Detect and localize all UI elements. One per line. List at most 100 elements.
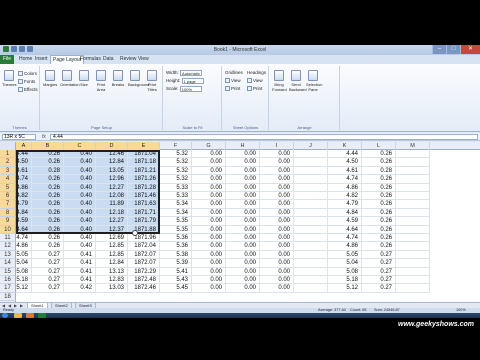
cell-h[interactable]: 0.00 — [226, 183, 260, 192]
cell-i[interactable]: 0.00 — [260, 166, 294, 176]
cell-m[interactable] — [396, 183, 430, 192]
cell-i[interactable]: 0.00 — [260, 217, 294, 226]
cell-b[interactable]: 0.26 — [32, 208, 64, 218]
cell-l[interactable]: 0.26 — [362, 192, 396, 201]
cell-m[interactable] — [396, 250, 430, 260]
column-header-f[interactable]: F — [160, 142, 192, 150]
cell-k[interactable]: 4.86 — [328, 183, 362, 192]
cell-e[interactable]: 1871.71 — [128, 208, 160, 218]
cell-h[interactable]: 0.00 — [226, 259, 260, 268]
cell-i[interactable]: 0.00 — [260, 208, 294, 218]
cell-c[interactable]: 0.42 — [64, 284, 96, 293]
cell-i[interactable]: 0.00 — [260, 150, 294, 159]
close-icon[interactable]: ✕ — [460, 45, 480, 54]
page-setup-background-button[interactable]: Background — [128, 70, 149, 87]
headings-view-checkbox[interactable]: View — [247, 77, 263, 84]
redo-icon[interactable] — [27, 46, 33, 52]
cell-c[interactable]: 0.40 — [64, 225, 96, 234]
row-header[interactable]: 18 — [0, 292, 16, 302]
cell-c[interactable]: 0.40 — [64, 183, 96, 192]
cell-c[interactable]: 0.40 — [64, 242, 96, 251]
width-control[interactable]: Width: Automatic — [166, 69, 203, 76]
cell-i[interactable]: 0.00 — [260, 183, 294, 192]
cell-l[interactable]: 0.26 — [362, 200, 396, 209]
cell-f[interactable]: 5.41 — [160, 267, 192, 276]
cell-l[interactable]: 0.26 — [362, 175, 396, 184]
maximize-icon[interactable]: □ — [446, 45, 460, 54]
cell-b[interactable]: 0.26 — [32, 183, 64, 192]
cell-a[interactable]: 4.82 — [16, 192, 32, 201]
arrange-send-backward-button[interactable]: Send Backward — [289, 70, 307, 92]
cell-a[interactable]: 4.44 — [16, 150, 32, 159]
effects-button[interactable]: Effects — [18, 86, 38, 93]
cell-k[interactable]: 4.74 — [328, 175, 362, 184]
row-header[interactable]: 17 — [0, 284, 16, 293]
cell-m[interactable] — [396, 259, 430, 268]
cell-f[interactable]: 5.36 — [160, 242, 192, 251]
cell-i[interactable]: 0.00 — [260, 276, 294, 285]
cell-g[interactable]: 0.00 — [192, 267, 226, 276]
cell-a[interactable]: 5.12 — [16, 284, 32, 293]
column-header-i[interactable]: I — [260, 142, 294, 150]
cell-i[interactable]: 0.00 — [260, 250, 294, 260]
cell-c[interactable]: 0.40 — [64, 175, 96, 184]
cell-f[interactable]: 5.45 — [160, 284, 192, 293]
cell-f[interactable]: 5.39 — [160, 259, 192, 268]
tab-insert[interactable]: Insert — [33, 55, 50, 64]
row-header[interactable]: 3 — [0, 166, 16, 176]
cell-i[interactable]: 0.00 — [260, 234, 294, 243]
cell-d[interactable]: 13.03 — [96, 284, 128, 293]
row-header[interactable]: 12 — [0, 242, 16, 251]
page-setup-margins-button[interactable]: Margins — [43, 70, 57, 87]
cell-e[interactable]: 1871.04 — [128, 150, 160, 159]
cell-a[interactable]: 4.50 — [16, 158, 32, 167]
cell-f[interactable]: 5.32 — [160, 150, 192, 159]
cell-f[interactable]: 5.32 — [160, 175, 192, 184]
tab-home[interactable]: Home — [17, 55, 34, 64]
cell-f[interactable]: 5.33 — [160, 183, 192, 192]
cell-g[interactable]: 0.00 — [192, 242, 226, 251]
cell-d[interactable]: 12.83 — [96, 276, 128, 285]
cell-d[interactable]: 13.13 — [96, 267, 128, 276]
cell-h[interactable]: 0.00 — [226, 250, 260, 260]
cell-b[interactable]: 0.27 — [32, 267, 64, 276]
cell-k[interactable]: 5.12 — [328, 284, 362, 293]
cell-f[interactable]: 5.38 — [160, 250, 192, 260]
cell-f[interactable]: 5.34 — [160, 200, 192, 209]
row-header[interactable]: 1 — [0, 150, 16, 159]
cell-b[interactable]: 0.26 — [32, 217, 64, 226]
height-control[interactable]: Height: 1 page — [166, 77, 204, 84]
cell-j[interactable] — [294, 250, 328, 260]
cell-j[interactable] — [294, 234, 328, 243]
cell-b[interactable]: 0.26 — [32, 175, 64, 184]
arrange-bring-forward-button[interactable]: Bring Forward — [272, 70, 287, 92]
cell-e[interactable]: 1871.28 — [128, 183, 160, 192]
cell-h[interactable]: 0.00 — [226, 217, 260, 226]
cell-b[interactable]: 0.26 — [32, 242, 64, 251]
cell-k[interactable]: 4.84 — [328, 208, 362, 218]
cell-d[interactable]: 12.84 — [96, 158, 128, 167]
column-header-k[interactable]: K — [328, 142, 362, 150]
cell-b[interactable]: 0.28 — [32, 166, 64, 176]
row-header[interactable]: 14 — [0, 259, 16, 268]
page-setup-print-area-button[interactable]: Print Area — [94, 70, 108, 92]
cell-i[interactable]: 0.00 — [260, 158, 294, 167]
cell-j[interactable] — [294, 267, 328, 276]
cell-j[interactable] — [294, 192, 328, 201]
cell-e[interactable]: 1872.48 — [128, 276, 160, 285]
cell-g[interactable]: 0.00 — [192, 234, 226, 243]
cell-j[interactable] — [294, 217, 328, 226]
column-header-a[interactable]: A — [16, 142, 32, 150]
cell-h[interactable]: 0.00 — [226, 276, 260, 285]
cell-e[interactable]: 1872.46 — [128, 284, 160, 293]
cell-a[interactable]: 4.86 — [16, 242, 32, 251]
cell-l[interactable]: 0.26 — [362, 217, 396, 226]
cell-k[interactable]: 4.64 — [328, 225, 362, 234]
row-header[interactable]: 6 — [0, 192, 16, 201]
column-header-e[interactable]: E — [128, 142, 160, 150]
cell-h[interactable]: 0.00 — [226, 192, 260, 201]
cell-e[interactable]: 1871.63 — [128, 200, 160, 209]
cell-l[interactable]: 0.26 — [362, 234, 396, 243]
cell-e[interactable]: 1872.07 — [128, 259, 160, 268]
cell-j[interactable] — [294, 158, 328, 167]
